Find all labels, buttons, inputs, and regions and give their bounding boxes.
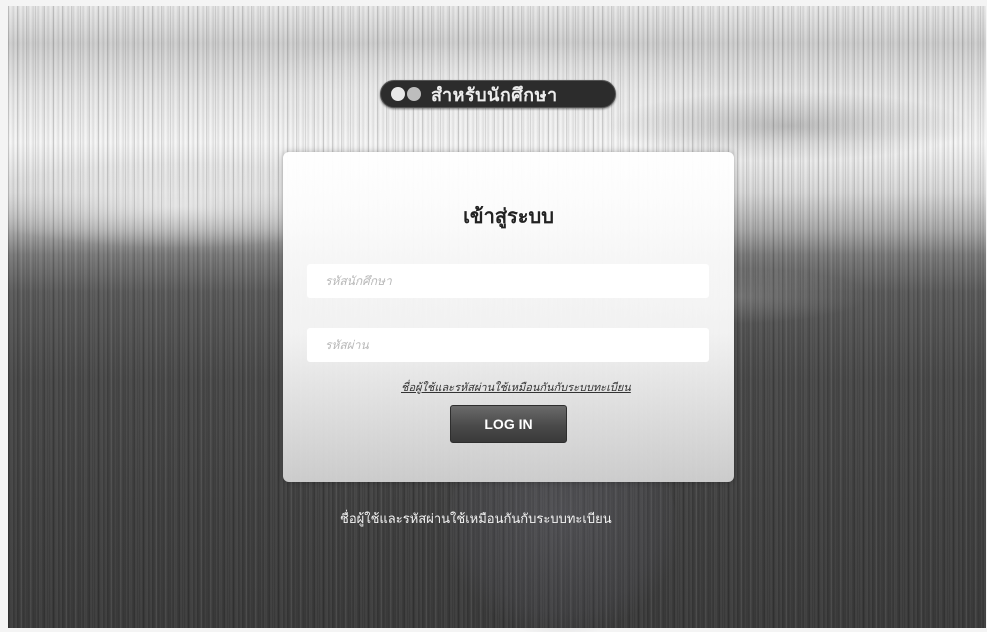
login-button[interactable]: LOG IN xyxy=(450,405,567,443)
credentials-hint-link[interactable]: ชื่อผู้ใช้และรหัสผ่านใช้เหมือนกันกับระบบ… xyxy=(401,378,631,396)
login-card: เข้าสู่ระบบ ชื่อผู้ใช้และรหัสผ่านใช้เหมื… xyxy=(283,152,734,482)
login-title: เข้าสู่ระบบ xyxy=(463,204,554,228)
header-title: สำหรับนักศึกษา xyxy=(431,84,558,106)
header-banner: สำหรับนักศึกษา xyxy=(380,80,616,108)
university-logo-icon xyxy=(391,84,425,104)
username-input[interactable] xyxy=(307,264,709,298)
login-page: สำหรับนักศึกษา เข้าสู่ระบบ ชื่อผู้ใช้และ… xyxy=(0,0,987,632)
footer-note: ชื่อผู้ใช้และรหัสผ่านใช้เหมือนกันกับระบบ… xyxy=(340,512,612,527)
password-input[interactable] xyxy=(307,328,709,362)
